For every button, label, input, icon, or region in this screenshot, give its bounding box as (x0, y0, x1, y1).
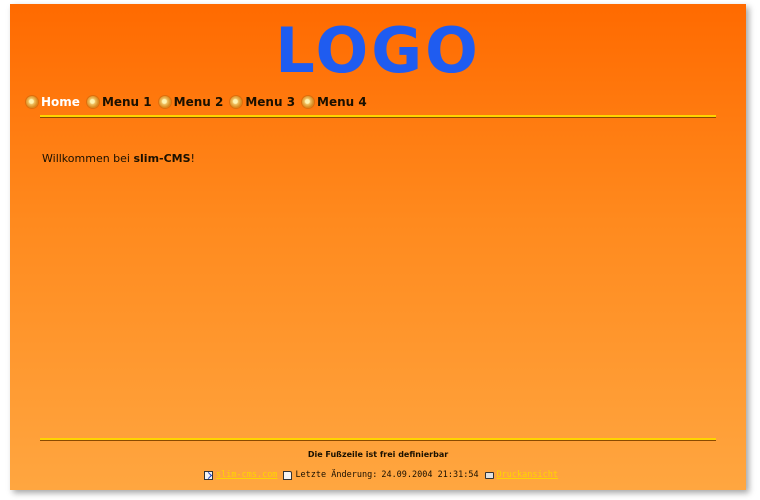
welcome-text: Willkommen bei (42, 152, 134, 165)
main-nav: Home Menu 1 Menu 2 Menu 3 Menu 4 (26, 92, 374, 112)
logo[interactable]: LOGO (10, 16, 746, 86)
print-view-link[interactable]: Druckansicht (497, 470, 558, 480)
nav-item-label: Menu 2 (173, 95, 224, 109)
footer-text: Die Fußzeile ist frei definierbar (307, 450, 449, 459)
flower-icon (230, 96, 243, 108)
flower-icon (26, 96, 38, 108)
external-link-icon (204, 470, 214, 480)
header-divider (40, 115, 716, 118)
footer-meta: slim-cms.com Letzte Änderung: 24.09.2004… (10, 470, 746, 480)
nav-item-label: Menu 1 (101, 95, 152, 109)
last-modified-value: 24.09.2004 21:31:54 (381, 470, 479, 480)
nav-item-menu-1[interactable]: Menu 1 (86, 95, 152, 109)
nav-item-menu-3[interactable]: Menu 3 (230, 95, 295, 109)
welcome-suffix: ! (190, 152, 195, 165)
nav-item-menu-4[interactable]: Menu 4 (302, 95, 367, 109)
site-link[interactable]: slim-cms.com (216, 470, 277, 480)
last-modified-label: Letzte Änderung: (295, 470, 378, 480)
printer-icon (484, 471, 494, 479)
flower-icon (86, 96, 99, 108)
main-content: Willkommen bei slim-CMS! (42, 152, 195, 165)
page-frame: LOGO Home Menu 1 Menu 2 Menu 3 Menu 4 Wi… (10, 4, 746, 490)
page-icon (283, 470, 293, 480)
nav-item-menu-2[interactable]: Menu 2 (158, 95, 224, 109)
footer-divider (40, 438, 716, 441)
welcome-brand: slim-CMS (133, 152, 191, 165)
flower-icon (302, 96, 315, 108)
flower-icon (158, 96, 171, 108)
nav-item-home[interactable]: Home (26, 95, 80, 109)
nav-item-label: Home (41, 95, 80, 109)
nav-item-label: Menu 4 (317, 95, 367, 109)
nav-item-label: Menu 3 (245, 95, 296, 109)
